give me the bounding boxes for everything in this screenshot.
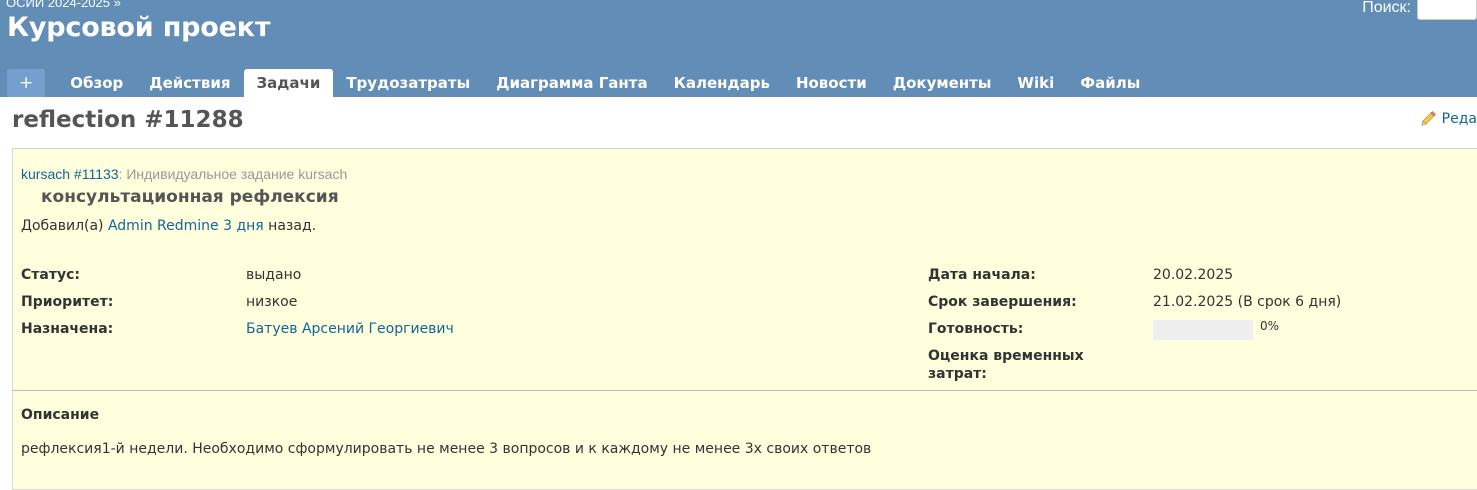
issue-details: kursach #11133: Индивидуальное задание k…: [12, 148, 1477, 490]
tab-8[interactable]: Документы: [880, 69, 1005, 97]
tab-9[interactable]: Wiki: [1004, 69, 1067, 97]
search-input[interactable]: [1417, 0, 1477, 20]
tab-1[interactable]: Обзор: [57, 69, 136, 97]
issue-title: reflection #11288: [12, 107, 244, 133]
progress-bar: [1153, 320, 1253, 340]
priority-label: Приоритет:: [21, 294, 114, 310]
edit-label: Реда: [1441, 111, 1477, 127]
assignee-link[interactable]: Батуев Арсений Георгиевич: [246, 320, 454, 338]
done-ratio-label: Готовность:: [928, 321, 1024, 337]
tab-2[interactable]: Действия: [136, 69, 243, 97]
due-date-label: Срок завершения:: [928, 294, 1077, 310]
parent-project-link[interactable]: ОСИИ 2024-2025 »: [6, 0, 121, 10]
description-heading: Описание: [21, 407, 100, 423]
tab-4[interactable]: Трудозатраты: [333, 69, 483, 97]
project-header: ОСИИ 2024-2025 » Курсовой проект Поиск: …: [0, 0, 1477, 97]
issue-subject: консультационная рефлексия: [41, 187, 339, 207]
divider: [13, 390, 1477, 391]
author-link[interactable]: Admin Redmine: [108, 218, 219, 234]
tab-5[interactable]: Диаграмма Ганта: [483, 69, 660, 97]
search-label: Поиск:: [1362, 0, 1411, 16]
tab-10[interactable]: Файлы: [1067, 69, 1153, 97]
tab-7[interactable]: Новости: [783, 69, 880, 97]
project-title: Курсовой проект: [7, 12, 271, 43]
due-date-value: 21.02.2025 (В срок 6 дня): [1153, 294, 1342, 310]
priority-value: низкое: [246, 294, 298, 310]
parent-task-title: : Индивидуальное задание kursach: [118, 166, 348, 182]
tab-3[interactable]: Задачи: [243, 69, 334, 97]
tab-6[interactable]: Календарь: [661, 69, 783, 97]
author-line: Добавил(а) Admin Redmine 3 дня назад.: [21, 218, 316, 234]
progress-percent: 0%: [1260, 319, 1280, 333]
start-date-label: Дата начала:: [928, 267, 1036, 283]
author-prefix: Добавил(а): [21, 218, 108, 234]
time-ago-link[interactable]: 3 дня: [223, 218, 264, 234]
parent-task-line: kursach #11133: Индивидуальное задание k…: [21, 166, 347, 182]
status-label: Статус:: [21, 267, 80, 283]
edit-link[interactable]: Реда: [1419, 110, 1477, 128]
main-menu: + Обзор Действия Задачи Трудозатраты Диаграмм…: [7, 69, 1153, 97]
pencil-icon: [1421, 111, 1436, 126]
assignee-label: Назначена:: [21, 321, 114, 337]
new-item-tab[interactable]: +: [7, 69, 46, 97]
start-date-value: 20.02.2025: [1153, 267, 1234, 283]
quick-search: Поиск:: [1362, 0, 1477, 22]
estimated-time-label: Оценка временных затрат:: [928, 348, 1084, 382]
parent-task-link[interactable]: kursach #11133: [21, 166, 119, 182]
description-text: рефлексия1-й недели. Необходимо сформули…: [21, 441, 872, 457]
author-suffix: назад.: [263, 218, 317, 234]
status-value: выдано: [246, 267, 302, 283]
